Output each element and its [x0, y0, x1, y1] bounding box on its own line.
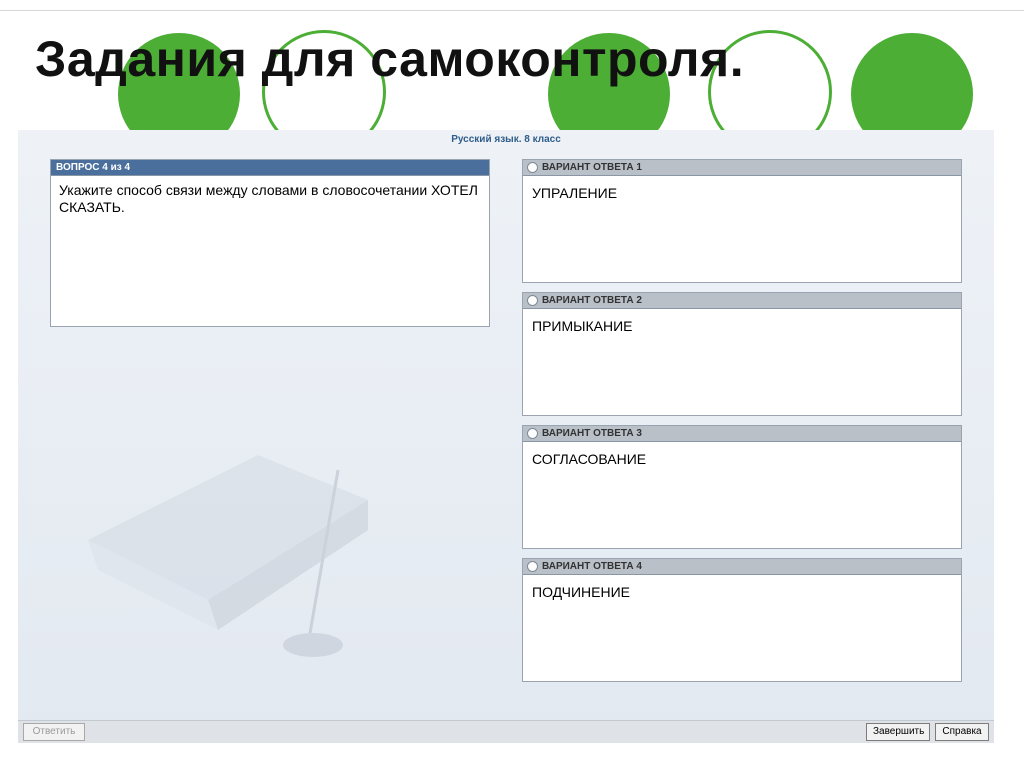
radio-button-icon[interactable]	[527, 295, 538, 306]
answer-option-header: ВАРИАНТ ОТВЕТА 4	[542, 561, 642, 572]
answer-option-text: СОГЛАСОВАНИЕ	[532, 451, 647, 467]
slide-title: Задания для самоконтроля.	[35, 31, 745, 87]
answer-option-3[interactable]: ВАРИАНТ ОТВЕТА 3 СОГЛАСОВАНИЕ	[522, 425, 962, 549]
question-text: Укажите способ связи между словами в сло…	[59, 182, 478, 215]
answer-option-header: ВАРИАНТ ОТВЕТА 3	[542, 428, 642, 439]
answer-option-text: ПРИМЫКАНИЕ	[532, 318, 633, 334]
radio-button-icon[interactable]	[527, 561, 538, 572]
answer-option-1[interactable]: ВАРИАНТ ОТВЕТА 1 УПРАЛЕНИЕ	[522, 159, 962, 283]
radio-button-icon[interactable]	[527, 162, 538, 173]
answer-option-text: ПОДЧИНЕНИЕ	[532, 584, 630, 600]
answer-button[interactable]: Ответить	[23, 723, 85, 741]
test-app-window: Русский язык. 8 класс ВОПРОС 4 из 4 Укаж…	[18, 130, 994, 743]
bottom-toolbar: Ответить Завершить Справка	[18, 720, 994, 743]
answer-option-header: ВАРИАНТ ОТВЕТА 2	[542, 295, 642, 306]
answer-option-header: ВАРИАНТ ОТВЕТА 1	[542, 162, 642, 173]
book-and-pen-illustration	[88, 455, 368, 657]
help-button[interactable]: Справка	[935, 723, 989, 741]
answer-option-2[interactable]: ВАРИАНТ ОТВЕТА 2 ПРИМЫКАНИЕ	[522, 292, 962, 416]
app-header: Русский язык. 8 класс	[451, 134, 561, 145]
answer-option-4[interactable]: ВАРИАНТ ОТВЕТА 4 ПОДЧИНЕНИЕ	[522, 558, 962, 682]
question-header: ВОПРОС 4 из 4	[51, 160, 489, 176]
question-panel: ВОПРОС 4 из 4 Укажите способ связи между…	[50, 159, 490, 327]
radio-button-icon[interactable]	[527, 428, 538, 439]
answer-option-text: УПРАЛЕНИЕ	[532, 185, 618, 201]
slide-top-border	[0, 0, 1024, 11]
finish-button[interactable]: Завершить	[866, 723, 930, 741]
